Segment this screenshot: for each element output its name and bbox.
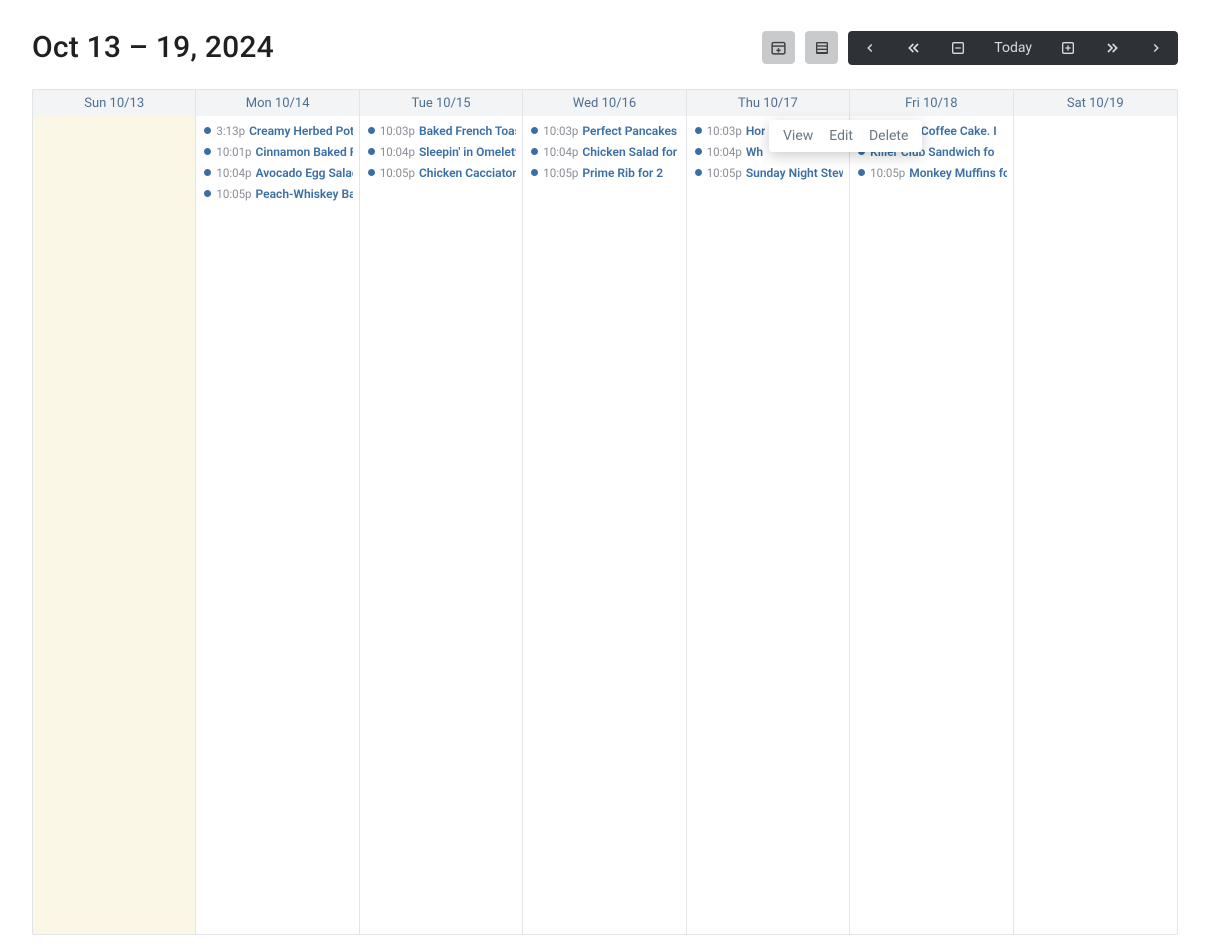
event-title: Perfect Pancakes for 2 — [582, 124, 679, 138]
event-time: 10:04p — [216, 166, 251, 180]
event-time: 10:03p — [707, 124, 742, 138]
event-dot-icon — [858, 169, 865, 176]
event-row[interactable]: 10:05p Monkey Muffins for 2 — [850, 162, 1012, 183]
event-popover: View Edit Delete — [769, 120, 922, 152]
event-title: Peach-Whiskey Barbecue — [256, 187, 353, 201]
day-header[interactable]: Sun 10/13 — [33, 90, 196, 116]
chevrons-right-icon — [1104, 40, 1120, 56]
nav-group: Today — [848, 31, 1178, 65]
next-button[interactable] — [1134, 31, 1178, 65]
event-time: 10:04p — [380, 145, 415, 159]
event-time: 10:03p — [543, 124, 578, 138]
event-dot-icon — [531, 127, 538, 134]
day-header[interactable]: Mon 10/14 — [196, 90, 359, 116]
event-time: 10:05p — [870, 166, 905, 180]
plus-square-icon — [1060, 40, 1076, 56]
event-title: Sleepin' in Omelette for — [419, 145, 516, 159]
day-header[interactable]: Fri 10/18 — [850, 90, 1013, 116]
event-title: Creamy Herbed Potatoes — [249, 124, 353, 138]
zoom-in-button[interactable] — [1046, 31, 1090, 65]
day-cells: 3:13p Creamy Herbed Potatoes 10:01p Cinnamo… — [33, 116, 1177, 934]
chevrons-left-icon — [906, 40, 922, 56]
day-header[interactable]: Sat 10/19 — [1014, 90, 1177, 116]
event-title: Sunday Night Stew for — [746, 166, 843, 180]
day-cell[interactable]: 10:03p Hor 10:04p Wh 10:05p Sunday Night Stew… — [687, 116, 850, 934]
header: Oct 13 – 19, 2024 — [32, 30, 1178, 65]
popover-view[interactable]: View — [783, 128, 813, 144]
minus-square-icon — [950, 40, 966, 56]
event-time: 10:04p — [707, 145, 742, 159]
calendar-plus-icon — [770, 39, 787, 56]
event-title: Monkey Muffins for 2 — [909, 166, 1006, 180]
chevron-left-icon — [863, 41, 877, 55]
event-time: 10:04p — [543, 145, 578, 159]
day-header[interactable]: Thu 10/17 — [687, 90, 850, 116]
prev-button[interactable] — [848, 31, 892, 65]
event-row[interactable]: 10:05p Peach-Whiskey Barbecue — [196, 183, 358, 204]
event-time: 10:05p — [543, 166, 578, 180]
popover-edit[interactable]: Edit — [829, 128, 853, 144]
day-cell[interactable]: 10:03p Perfect Pancakes for 2 10:04p Chicke… — [523, 116, 686, 934]
event-title: Hor — [746, 124, 766, 138]
event-title: Baked French Toast for — [419, 124, 516, 138]
zoom-out-button[interactable] — [936, 31, 980, 65]
day-cell[interactable] — [1014, 116, 1177, 934]
event-dot-icon — [204, 169, 211, 176]
event-dot-icon — [695, 169, 702, 176]
event-row[interactable]: 10:03p Baked French Toast for — [360, 120, 522, 141]
event-dot-icon — [204, 190, 211, 197]
event-row[interactable]: 10:04p Avocado Egg Salad for 2 — [196, 162, 358, 183]
event-dot-icon — [204, 127, 211, 134]
event-row[interactable]: 3:13p Creamy Herbed Potatoes — [196, 120, 358, 141]
event-time: 10:05p — [707, 166, 742, 180]
event-row[interactable]: 10:01p Cinnamon Baked French — [196, 141, 358, 162]
chevron-right-icon — [1149, 41, 1163, 55]
event-row[interactable]: 10:04p Chicken Salad for 2 — [523, 141, 685, 162]
prev-fast-button[interactable] — [892, 31, 936, 65]
event-row[interactable]: 10:05p Prime Rib for 2 — [523, 162, 685, 183]
event-row[interactable]: 10:03p Perfect Pancakes for 2 — [523, 120, 685, 141]
calendar: Sun 10/13Mon 10/14Tue 10/15Wed 10/16Thu … — [32, 89, 1178, 935]
popover-delete[interactable]: Delete — [869, 128, 908, 144]
event-dot-icon — [368, 127, 375, 134]
event-title: Cinnamon Baked French — [256, 145, 353, 159]
page-title: Oct 13 – 19, 2024 — [32, 30, 274, 65]
event-time: 10:05p — [380, 166, 415, 180]
event-time: 10:05p — [216, 187, 251, 201]
event-dot-icon — [695, 148, 702, 155]
day-cell[interactable]: 3:13p Creamy Herbed Potatoes 10:01p Cinnamo… — [196, 116, 359, 934]
event-time: 3:13p — [216, 124, 245, 138]
event-dot-icon — [204, 148, 211, 155]
list-view-button[interactable] — [805, 31, 838, 64]
day-header[interactable]: Tue 10/15 — [360, 90, 523, 116]
day-headers: Sun 10/13Mon 10/14Tue 10/15Wed 10/16Thu … — [33, 90, 1177, 116]
event-dot-icon — [368, 169, 375, 176]
event-row[interactable]: 10:05p Sunday Night Stew for — [687, 162, 849, 183]
event-title: Avocado Egg Salad for 2 — [256, 166, 353, 180]
event-dot-icon — [368, 148, 375, 155]
event-row[interactable]: 10:04p Sleepin' in Omelette for — [360, 141, 522, 162]
day-cell[interactable] — [33, 116, 196, 934]
next-fast-button[interactable] — [1090, 31, 1134, 65]
toolbar: Today — [762, 31, 1178, 65]
day-header[interactable]: Wed 10/16 — [523, 90, 686, 116]
add-event-button[interactable] — [762, 31, 795, 64]
event-dot-icon — [695, 127, 702, 134]
event-title: Prime Rib for 2 — [582, 166, 663, 180]
today-button[interactable]: Today — [980, 31, 1046, 65]
event-time: 10:03p — [380, 124, 415, 138]
event-title: Wh — [746, 145, 763, 159]
event-time: 10:01p — [216, 145, 251, 159]
event-title: Chicken Salad for 2 — [582, 145, 679, 159]
day-cell[interactable]: 10:03p Baked French Toast for 10:04p Sleepi… — [360, 116, 523, 934]
event-dot-icon — [531, 169, 538, 176]
event-dot-icon — [531, 148, 538, 155]
list-icon — [814, 40, 830, 56]
event-row[interactable]: 10:05p Chicken Cacciatore for — [360, 162, 522, 183]
event-title: Chicken Cacciatore for — [419, 166, 516, 180]
day-cell[interactable]: The Best Coffee Cake. IKiller Club Sandw… — [850, 116, 1013, 934]
